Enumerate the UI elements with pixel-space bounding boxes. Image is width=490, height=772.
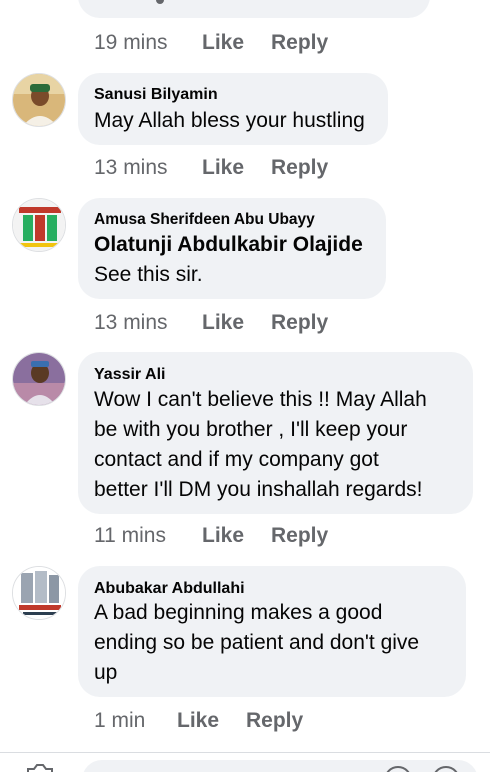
- comment-text-line: contact and if my company got: [94, 448, 379, 471]
- comment-time: 13 mins: [94, 156, 168, 179]
- comment-time: 1 min: [94, 709, 146, 732]
- comment-text-line: be with you brother , I'll keep your: [94, 418, 408, 441]
- avatar[interactable]: [12, 352, 66, 406]
- like-button[interactable]: Like: [202, 31, 244, 55]
- camera-icon[interactable]: [24, 763, 54, 772]
- like-button[interactable]: Like: [177, 709, 219, 733]
- reply-button[interactable]: Reply: [246, 709, 303, 733]
- avatar[interactable]: [12, 566, 66, 620]
- comment-author[interactable]: Sanusi Bilyamin: [94, 86, 218, 104]
- tagged-user[interactable]: Olatunji Abdulkabir Olajide: [94, 233, 363, 257]
- reply-button[interactable]: Reply: [271, 31, 328, 55]
- comment-time: 19 mins: [94, 31, 168, 54]
- comment-text: May Allah bless your hustling: [94, 109, 365, 132]
- comment-time: 11 mins: [94, 524, 166, 547]
- comment-author[interactable]: Amusa Sherifdeen Abu Ubayy: [94, 211, 315, 229]
- comment-text-line: A bad beginning makes a good: [94, 601, 383, 624]
- comment-text-line: ending so be patient and don't give: [94, 631, 420, 654]
- previous-comment-fragment-icon: [156, 0, 164, 4]
- reply-button[interactable]: Reply: [271, 156, 328, 180]
- comment-text-line: better I'll DM you inshallah regards!: [94, 478, 423, 501]
- reply-button[interactable]: Reply: [271, 524, 328, 548]
- like-button[interactable]: Like: [202, 311, 244, 335]
- like-button[interactable]: Like: [202, 524, 244, 548]
- avatar[interactable]: [12, 73, 66, 127]
- comment-time: 13 mins: [94, 311, 168, 334]
- comment-author[interactable]: Yassir Ali: [94, 366, 165, 384]
- reply-button[interactable]: Reply: [271, 311, 328, 335]
- comment-text-line: up: [94, 661, 118, 684]
- comment-text-line: Wow I can't believe this !! May Allah: [94, 388, 427, 411]
- like-button[interactable]: Like: [202, 156, 244, 180]
- composer-divider: [0, 752, 490, 753]
- comment-text: See this sir.: [94, 263, 203, 286]
- comment-input[interactable]: [82, 760, 478, 772]
- avatar[interactable]: [12, 198, 66, 252]
- previous-comment-bubble: [78, 0, 430, 18]
- comment-author[interactable]: Abubakar Abdullahi: [94, 580, 245, 598]
